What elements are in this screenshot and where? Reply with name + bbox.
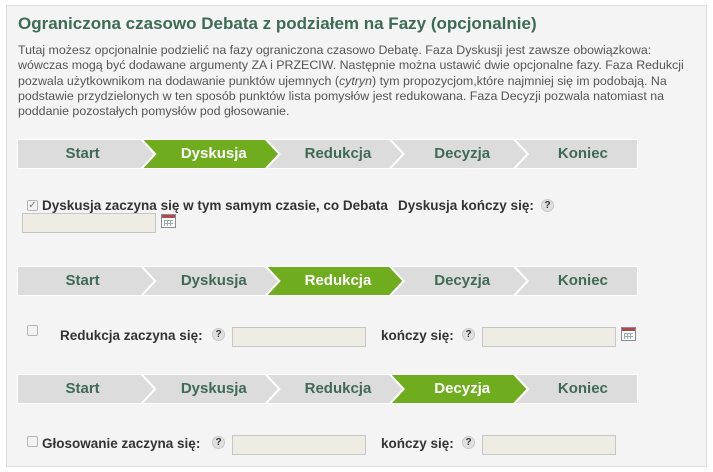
phase-label-dyskusja: Dyskusja [180,145,247,162]
phase-label-start: Start [65,380,100,397]
phase-label-koniec: Koniec [557,145,608,162]
reduction-settings-row: Redukcja zaczyna się: ? kończy się: ? [7,320,708,350]
discussion-end-label: Dyskusja kończy się: [398,198,534,213]
phase-label-redukcja: Redukcja [304,145,372,162]
phase-label-decyzja: Decyzja [434,145,491,162]
reduction-start-help-icon[interactable]: ? [212,328,225,341]
section-description: Tutaj możesz opcjonalnie podzielić na fa… [18,43,698,119]
phase-stepper-discussion: Start Dyskusja Redukcja Decyzja Koniec [17,139,638,169]
phase-label-dyskusja: Dyskusja [180,380,247,397]
phase-label-redukcja: Redukcja [304,272,372,289]
decision-start-date-input[interactable] [232,435,366,455]
phase-label-koniec: Koniec [557,380,608,397]
phase-label-decyzja: Decyzja [434,380,491,397]
decision-start-label: Głosowanie zaczyna się: [42,436,201,451]
description-italic-cytryn: cytryn [338,73,372,88]
discussion-end-calendar-icon[interactable] [161,214,176,228]
phase-label-dyskusja: Dyskusja [180,272,247,289]
phase-label-koniec: Koniec [557,272,608,289]
reduction-end-calendar-icon[interactable] [621,327,636,341]
phase-stepper-reduction: Start Dyskusja Redukcja Decyzja Koniec [17,266,638,296]
decision-end-label: kończy się: [381,436,454,451]
reduction-end-label: kończy się: [381,328,454,343]
reduction-enable-checkbox[interactable] [27,325,38,336]
discussion-end-help-icon[interactable]: ? [541,199,554,212]
decision-settings-row: Głosowanie zaczyna się: ? kończy się: ? [7,429,708,459]
phase-label-decyzja: Decyzja [434,272,491,289]
reduction-end-date-input[interactable] [482,327,616,347]
decision-enable-checkbox[interactable] [27,436,38,447]
decision-start-help-icon[interactable]: ? [212,436,225,449]
reduction-end-help-icon[interactable]: ? [462,328,475,341]
phase-label-start: Start [65,272,100,289]
phase-stepper-decision: Start Dyskusja Redukcja Decyzja Koniec [17,374,638,404]
phase-label-start: Start [65,145,100,162]
discussion-same-start-label: Dyskusja zaczyna się w tym samym czasie,… [42,198,388,213]
decision-end-help-icon[interactable]: ? [462,436,475,449]
discussion-end-date-input[interactable] [22,213,156,233]
discussion-same-start-checkbox[interactable]: ✓ [27,200,38,211]
reduction-start-label: Redukcja zaczyna się: [60,328,203,343]
timed-debate-phases-panel: Ograniczona czasowo Debata z podziałem n… [6,5,707,467]
section-title: Ograniczona czasowo Debata z podziałem n… [18,14,537,33]
phase-label-redukcja: Redukcja [304,380,372,397]
decision-end-date-input[interactable] [482,435,616,455]
reduction-start-date-input[interactable] [232,327,366,347]
